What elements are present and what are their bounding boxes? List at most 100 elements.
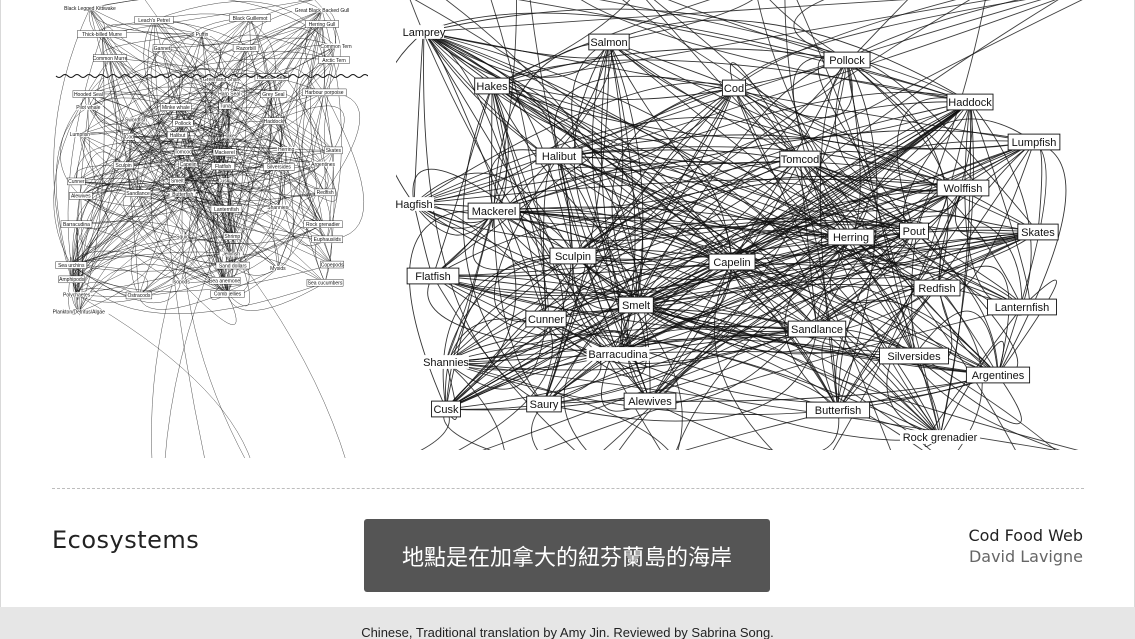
species-node: Hakes xyxy=(474,77,510,95)
svg-text:Wolffish: Wolffish xyxy=(944,183,983,195)
svg-text:Sea cucumbers: Sea cucumbers xyxy=(308,281,343,287)
species-node: Pollock xyxy=(823,51,871,69)
svg-text:Haddock: Haddock xyxy=(948,97,992,109)
species-node: Sculpin xyxy=(549,247,597,265)
svg-text:Shrimp: Shrimp xyxy=(224,234,240,240)
species-node: Argentines xyxy=(310,161,337,168)
svg-text:Smelt: Smelt xyxy=(622,300,650,312)
species-node: Squid xyxy=(176,234,189,241)
svg-text:Lamprey: Lamprey xyxy=(403,27,446,39)
svg-text:Capelin: Capelin xyxy=(713,257,750,269)
svg-text:Argentines: Argentines xyxy=(311,162,335,168)
species-node: Tomcod xyxy=(174,148,193,155)
species-node: Rock grenadier xyxy=(899,430,981,444)
svg-text:Redfish: Redfish xyxy=(918,283,955,295)
species-node: Silversides xyxy=(879,347,949,365)
subtitle-caption: 地點是在加拿大的紐芬蘭島的海岸 xyxy=(364,519,770,592)
cod-food-web-detail: Lamprey Salmon Hakes Cod Pollock Haddock Lumpf… xyxy=(396,0,1096,450)
species-node: Copepods xyxy=(320,260,344,268)
full-food-web-svg: Black Legged Kittiwake Leach's Petrel Blac… xyxy=(50,0,368,458)
species-node: Halibut xyxy=(535,147,583,165)
species-node: Rock grenadier xyxy=(303,220,343,228)
section-title: Ecosystems xyxy=(52,526,200,554)
svg-text:Cod: Cod xyxy=(724,83,744,95)
species-node: Harbour Seal xyxy=(254,73,289,81)
svg-text:Halibut: Halibut xyxy=(170,133,186,139)
species-node: Flatfish xyxy=(211,162,235,170)
species-node: Herring xyxy=(277,147,296,153)
svg-text:Tomcod: Tomcod xyxy=(781,154,820,166)
svg-text:Cunner: Cunner xyxy=(528,314,564,326)
species-node: Capelin xyxy=(708,253,756,271)
svg-text:Butterfish: Butterfish xyxy=(815,405,861,417)
svg-text:Flatfish: Flatfish xyxy=(215,164,231,170)
svg-text:Common Murre: Common Murre xyxy=(93,56,128,62)
species-node: Herring Gull xyxy=(304,20,339,28)
species-node: Grey Seal xyxy=(260,90,287,98)
feeding-link xyxy=(67,33,103,266)
cod-food-web-detail-svg: Lamprey Salmon Hakes Cod Pollock Haddock Lumpf… xyxy=(396,0,1083,450)
species-node: Cunner xyxy=(525,310,567,328)
svg-text:Black Guillemot: Black Guillemot xyxy=(233,16,268,22)
species-node: Razorbill xyxy=(232,44,260,52)
species-node: Barracudina xyxy=(60,220,93,228)
svg-text:Rock grenadier: Rock grenadier xyxy=(903,432,978,444)
species-node: Lanternfish xyxy=(987,298,1057,316)
species-node: Gannet xyxy=(152,44,172,52)
svg-text:Skates: Skates xyxy=(1021,227,1055,239)
svg-text:Puffin: Puffin xyxy=(196,32,209,38)
species-node: Black Legged Kittiwake xyxy=(61,5,119,12)
species-node: Sandlance xyxy=(787,320,847,338)
species-node: Cunner xyxy=(67,177,86,185)
species-node: Tomcod xyxy=(779,150,821,168)
species-node: Flatfish xyxy=(406,267,460,285)
svg-text:Sand dollars: Sand dollars xyxy=(219,263,247,269)
species-node: Butterfish xyxy=(169,191,196,198)
svg-text:Pout: Pout xyxy=(903,226,926,238)
svg-text:Sea anemone: Sea anemone xyxy=(209,278,240,284)
feeding-link xyxy=(563,304,637,450)
species-node: Harbour porpoise xyxy=(301,88,347,96)
svg-text:Skates: Skates xyxy=(326,148,342,154)
svg-text:Alewives: Alewives xyxy=(71,194,91,200)
svg-text:Herring: Herring xyxy=(833,232,869,244)
species-node: Cod xyxy=(124,133,135,140)
svg-text:Capelin: Capelin xyxy=(180,162,197,168)
svg-text:Harp Seal: Harp Seal xyxy=(218,91,240,97)
svg-text:Grey Seal: Grey Seal xyxy=(262,92,284,98)
svg-text:Salmon: Salmon xyxy=(590,37,627,49)
species-node: Smelt xyxy=(618,296,654,314)
svg-text:Halibut: Halibut xyxy=(542,151,576,163)
svg-text:Cod: Cod xyxy=(125,134,134,140)
svg-text:Argentines: Argentines xyxy=(972,370,1025,382)
species-node: Silversides xyxy=(263,163,295,171)
feeding-link xyxy=(462,85,545,405)
svg-text:Saury: Saury xyxy=(530,399,559,411)
feeding-link xyxy=(84,93,130,137)
credit-title: Cod Food Web xyxy=(968,526,1083,545)
species-node: Sea cucumbers xyxy=(306,279,344,287)
species-node: Greenland Shark xyxy=(202,76,242,83)
species-node: Hagfish xyxy=(396,197,435,211)
species-node: Salmon xyxy=(588,33,630,51)
svg-text:Barracudina: Barracudina xyxy=(588,349,648,361)
species-node: Common Tern xyxy=(320,43,352,50)
species-node: Alewives xyxy=(69,192,93,200)
species-node: Puffin xyxy=(194,31,210,38)
species-node: Cusk xyxy=(218,178,230,184)
svg-text:Herring Gull: Herring Gull xyxy=(309,22,336,28)
species-node: Lamprey xyxy=(403,25,446,39)
svg-text:Shannies: Shannies xyxy=(423,357,469,369)
svg-text:Sea urchins: Sea urchins xyxy=(58,263,85,269)
svg-text:Leach's Petrel: Leach's Petrel xyxy=(138,18,170,24)
svg-text:Butterfish: Butterfish xyxy=(172,192,193,198)
svg-text:Mysids: Mysids xyxy=(270,266,286,272)
svg-text:Barracudina: Barracudina xyxy=(63,222,90,228)
svg-text:Haddock: Haddock xyxy=(264,119,284,125)
species-node: Great Black Backed Gull xyxy=(292,7,352,14)
species-node: Haddock xyxy=(262,117,284,125)
svg-text:Copepods: Copepods xyxy=(321,262,344,268)
species-node: Butterfish xyxy=(805,401,871,419)
species-node: Halibut xyxy=(166,131,188,139)
food-web-links xyxy=(53,0,364,458)
